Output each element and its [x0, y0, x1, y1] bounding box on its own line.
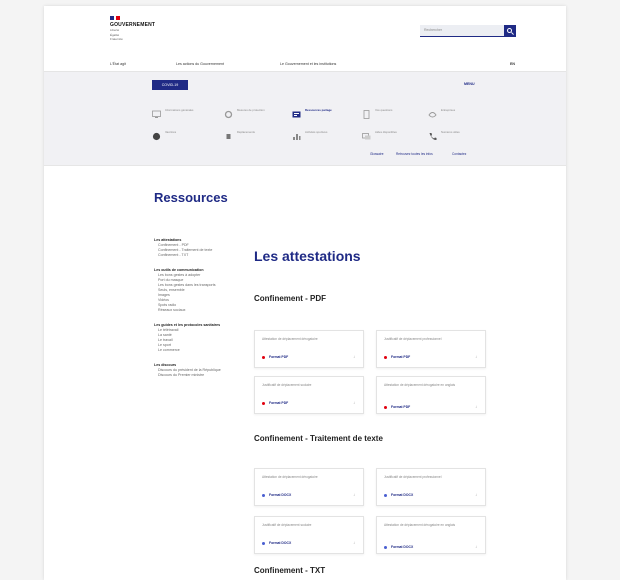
sidebar-group: Les outils de communication Les bons ges… [154, 268, 240, 313]
sidebar-link[interactable]: Discours du Premier ministre [154, 373, 240, 378]
menu-toggle[interactable]: MENU [464, 82, 475, 86]
download-icon[interactable]: ↓ [353, 540, 355, 545]
nav-item-institutions[interactable]: Le Gouvernement et les institutions [280, 62, 336, 66]
sidebar-group: Les discours Discours du président de la… [154, 363, 240, 378]
covid-item-informations[interactable]: Informations générales [152, 106, 195, 118]
document-icon [362, 106, 371, 119]
docx-dot-icon [384, 494, 387, 497]
download-card[interactable]: Attestation de déplacement dérogatoire e… [376, 376, 486, 414]
download-icon[interactable]: ↓ [475, 404, 477, 409]
travel-icon [224, 128, 233, 139]
main-nav: L'État agit Les actions du Gouvernement … [44, 58, 566, 72]
covid-item-vaccines[interactable]: Vaccinés [152, 128, 195, 141]
covid-item-questions[interactable]: Vos questions [362, 106, 405, 119]
download-icon[interactable]: ↓ [353, 400, 355, 405]
search-bar: Rechercher [420, 25, 516, 37]
covid-button[interactable]: COVID-19 [152, 80, 188, 90]
link-contact[interactable]: Contactez [452, 152, 466, 156]
covid-item-ressources[interactable]: Ressources partage [292, 106, 335, 118]
activity-icon [292, 128, 301, 140]
covid-item-aides[interactable]: Aides disponibles [362, 128, 405, 140]
download-card[interactable]: Justificatif de déplacement scolaire For… [254, 376, 364, 414]
sidebar-nav: Les attestations Confinement - PDF Confi… [154, 238, 240, 388]
sidebar-link[interactable]: Confinement - TXT [154, 253, 240, 258]
pdf-dot-icon [262, 402, 265, 405]
page-container: GOUVERNEMENT Liberté Égalité Fraternité … [44, 6, 566, 580]
docx-dot-icon [384, 546, 387, 549]
pdf-dot-icon [384, 406, 387, 409]
covid-item-sport[interactable]: Activités sportives [292, 128, 335, 140]
link-glossaire[interactable]: Glossaire [370, 152, 383, 156]
flag-icon [110, 16, 155, 20]
covid-item-deplacements[interactable]: Déplacements [224, 128, 267, 139]
link-infos[interactable]: Retrouvez toutes les infos [396, 152, 433, 156]
download-icon[interactable]: ↓ [475, 354, 477, 359]
section-heading-text: Confinement - Traitement de texte [254, 434, 383, 443]
section-heading-txt: Confinement - TXT [254, 566, 326, 575]
covid-item-protection[interactable]: Mesures de protection [224, 106, 267, 119]
download-icon[interactable]: ↓ [353, 492, 355, 497]
sidebar-link[interactable]: Le commerce [154, 348, 240, 353]
shield-icon [152, 128, 161, 141]
government-logo[interactable]: GOUVERNEMENT Liberté Égalité Fraternité [110, 16, 155, 42]
handshake-icon [428, 106, 437, 118]
language-switch[interactable]: EN [510, 62, 515, 66]
nav-item-actions[interactable]: Les actions du Gouvernement [176, 62, 224, 66]
sidebar-group: Les guides et les protocoles sanitaires … [154, 323, 240, 353]
chat-icon [362, 128, 371, 140]
docx-dot-icon [262, 542, 265, 545]
search-button[interactable] [504, 25, 516, 37]
section-main-title: Les attestations [254, 248, 361, 264]
pdf-dot-icon [262, 356, 265, 359]
monitor-icon [152, 106, 161, 118]
download-card[interactable]: Justificatif de déplacement professionne… [376, 468, 486, 506]
download-card[interactable]: Justificatif de déplacement professionne… [376, 330, 486, 368]
covid-item-entreprises[interactable]: Entreprises [428, 106, 471, 118]
section-heading-pdf: Confinement - PDF [254, 294, 326, 303]
download-icon[interactable]: ↓ [475, 544, 477, 549]
sidebar-group: Les attestations Confinement - PDF Confi… [154, 238, 240, 258]
sidebar-link[interactable]: Réseaux sociaux [154, 308, 240, 313]
phone-icon [428, 128, 437, 141]
docx-dot-icon [262, 494, 265, 497]
resources-icon [292, 106, 301, 118]
motto-line: Fraternité [110, 37, 123, 42]
page-title: Ressources [154, 190, 228, 205]
download-card[interactable]: Attestation de déplacement dérogatoire e… [376, 516, 486, 554]
download-card[interactable]: Attestation de déplacement dérogatoire F… [254, 330, 364, 368]
settings-icon [224, 106, 233, 119]
download-icon[interactable]: ↓ [353, 354, 355, 359]
nav-item-etat-agit[interactable]: L'État agit [110, 62, 126, 66]
pdf-dot-icon [384, 356, 387, 359]
download-icon[interactable]: ↓ [475, 492, 477, 497]
covid-band: COVID-19 MENU Informations générales Mes… [44, 72, 566, 166]
download-card[interactable]: Justificatif de déplacement scolaire For… [254, 516, 364, 554]
search-input[interactable]: Rechercher [420, 25, 504, 37]
site-header: GOUVERNEMENT Liberté Égalité Fraternité … [44, 6, 566, 58]
covid-item-numeros[interactable]: Numéros utiles [428, 128, 471, 141]
download-card[interactable]: Attestation de déplacement dérogatoire F… [254, 468, 364, 506]
